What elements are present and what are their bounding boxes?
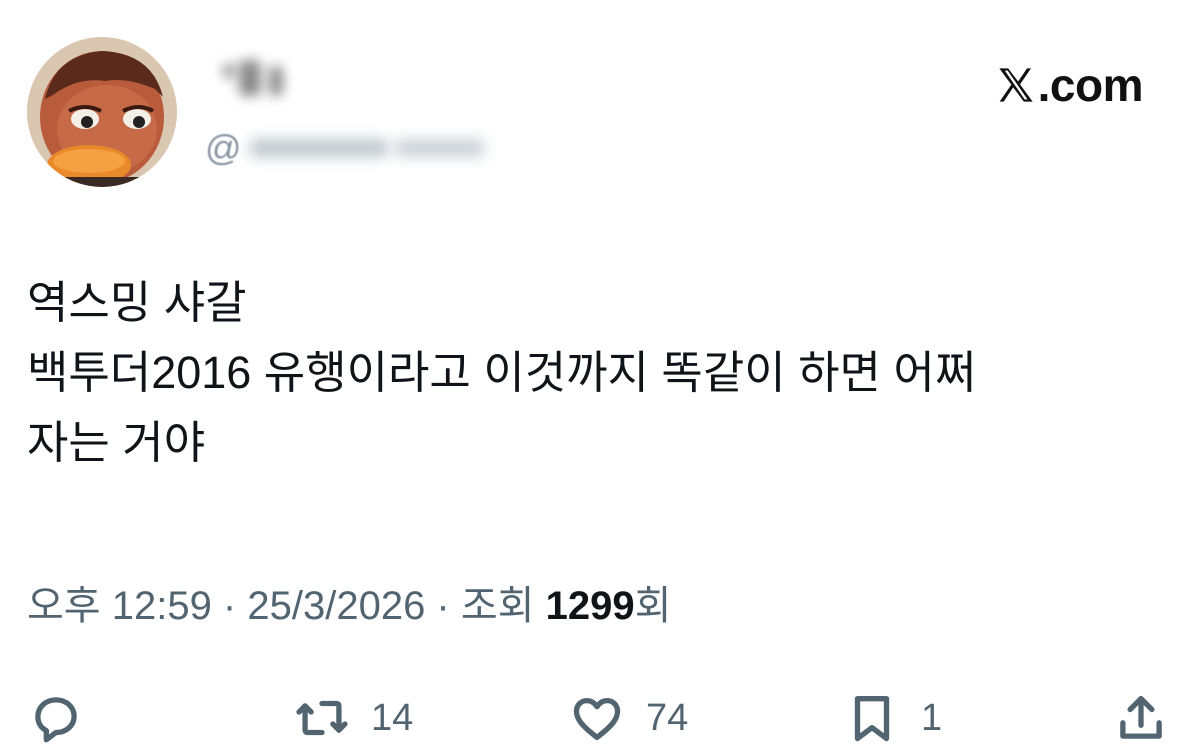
user-handle[interactable]: @	[205, 125, 495, 171]
views-label: 조회	[460, 584, 546, 628]
retweet-icon	[296, 700, 348, 736]
views-suffix: 회	[634, 584, 672, 628]
heart-icon	[573, 697, 621, 740]
like-button[interactable]: 74	[568, 685, 688, 751]
bookmark-count: 1	[921, 696, 943, 739]
reply-icon	[35, 697, 77, 743]
tweet-meta: 오후 12:59 · 25/3/2026 · 조회 1299회	[27, 578, 671, 634]
display-name[interactable]	[205, 58, 295, 104]
avatar[interactable]	[27, 37, 177, 187]
share-button[interactable]	[1112, 685, 1170, 751]
tweet-date[interactable]: 25/3/2026	[247, 584, 425, 628]
bookmark-button[interactable]: 1	[843, 685, 942, 751]
tweet-text: 역스밍 샤갈 백투더2016 유행이라고 이것까지 똑같이 하면 어쩌 자는 거…	[27, 277, 977, 468]
brand-name: .com	[1037, 59, 1144, 111]
views-count: 1299	[545, 584, 635, 628]
bookmark-icon	[854, 696, 890, 742]
action-bar: 14 74 1	[0, 685, 1200, 751]
meta-separator: ·	[425, 584, 461, 628]
handle-at-sign: @	[205, 127, 242, 168]
retweet-count: 14	[371, 696, 414, 739]
brand-logo: .com	[996, 58, 1144, 112]
avatar-image	[27, 37, 177, 187]
tweet-time[interactable]: 오후 12:59	[27, 584, 212, 628]
like-count: 74	[646, 696, 689, 739]
retweet-button[interactable]: 14	[293, 685, 413, 751]
meta-separator: ·	[211, 584, 248, 628]
reply-button[interactable]	[27, 685, 85, 751]
tweet-card: @ .com 역스밍 샤갈 백투더2016 유행이라고 이것까지 똑같이 하면 …	[0, 0, 1200, 754]
x-logo-icon	[998, 68, 1033, 102]
share-icon	[1120, 696, 1162, 739]
